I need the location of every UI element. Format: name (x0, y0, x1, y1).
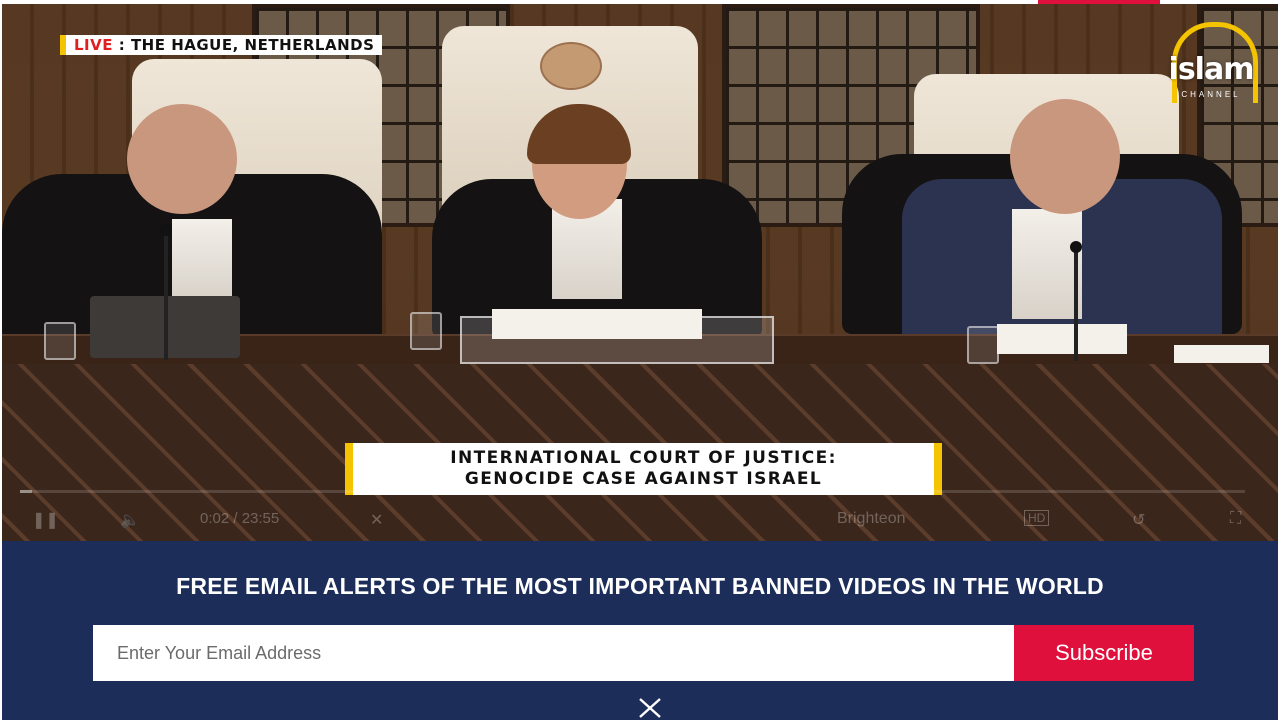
fullscreen-icon[interactable]: ⛶ (1230, 510, 1241, 528)
name-card (1174, 345, 1269, 363)
banner-title: FREE EMAIL ALERTS OF THE MOST IMPORTANT … (176, 573, 1104, 599)
microphone (1070, 241, 1082, 361)
live-label: LIVE (74, 36, 113, 54)
brighteon-brand[interactable]: Brighteon (837, 510, 906, 528)
page: LIVE : THE HAGUE, NETHERLANDS islam CHAN… (0, 0, 1280, 720)
volume-icon[interactable]: 🔈 (120, 510, 140, 530)
islam-channel-logo: islam CHANNEL (1152, 22, 1270, 106)
water-glass (967, 326, 999, 364)
video-player[interactable]: LIVE : THE HAGUE, NETHERLANDS islam CHAN… (2, 4, 1278, 541)
live-location-badge: LIVE : THE HAGUE, NETHERLANDS (60, 35, 383, 55)
logo-subtext: CHANNEL (1181, 90, 1241, 99)
player-controls: ❚❚ 🔈 0:02 / 23:55 ✕ Brighteon HD ↺ ⛶ (2, 488, 1278, 541)
microphone (160, 224, 172, 360)
subscribe-button[interactable]: Subscribe (1014, 625, 1194, 681)
caption-line-2: GENOCIDE CASE AGAINST ISRAEL (464, 469, 823, 489)
water-glass (410, 312, 442, 350)
play-pause-icon[interactable]: ❚❚ (32, 510, 59, 530)
document (492, 309, 702, 339)
caption-line-1: INTERNATIONAL COURT OF JUSTICE: (450, 448, 837, 468)
location-label: : THE HAGUE, NETHERLANDS (118, 36, 375, 54)
close-banner-icon[interactable] (636, 697, 664, 719)
time-display: 0:02 / 23:55 (200, 510, 280, 527)
logo-text: islam (1168, 52, 1255, 87)
close-video-icon[interactable]: ✕ (370, 510, 383, 530)
share-icon[interactable]: ↺ (1132, 510, 1145, 530)
court-seal-emblem (540, 42, 602, 90)
document (997, 324, 1127, 354)
email-alert-banner: FREE EMAIL ALERTS OF THE MOST IMPORTANT … (2, 541, 1278, 720)
email-input[interactable] (93, 625, 1014, 681)
hd-quality-icon[interactable]: HD (1024, 510, 1050, 526)
progress-bar[interactable] (20, 490, 1245, 493)
water-glass (44, 322, 76, 360)
